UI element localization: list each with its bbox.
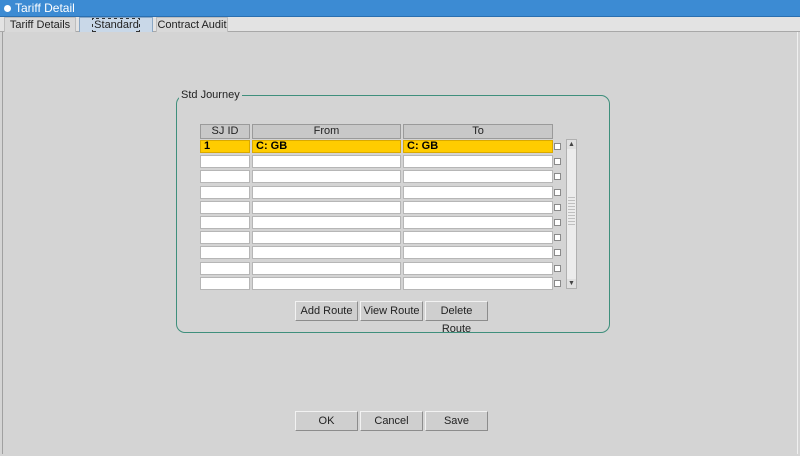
sj-id-cell[interactable] (200, 155, 250, 168)
column-header-to[interactable]: To (403, 124, 553, 139)
from-cell[interactable] (252, 170, 401, 183)
save-button[interactable]: Save (425, 411, 488, 431)
row-checkbox[interactable] (554, 189, 561, 196)
row-checkbox[interactable] (554, 280, 561, 287)
to-cell[interactable] (403, 216, 553, 229)
to-cell[interactable] (403, 231, 553, 244)
row-checkbox[interactable] (554, 219, 561, 226)
from-cell[interactable] (252, 231, 401, 244)
row-checkbox[interactable] (554, 143, 561, 150)
cancel-button[interactable]: Cancel (360, 411, 423, 431)
from-cell[interactable] (252, 277, 401, 290)
table-scrollbar[interactable]: ▲ ▼ (566, 139, 577, 289)
to-cell[interactable] (403, 186, 553, 199)
row-checkbox[interactable] (554, 265, 561, 272)
sj-id-cell[interactable] (200, 246, 250, 259)
column-header-from[interactable]: From (252, 124, 401, 139)
column-header-sj-id[interactable]: SJ ID (200, 124, 250, 139)
from-cell[interactable] (252, 155, 401, 168)
add-route-button[interactable]: Add Route (295, 301, 358, 321)
window-title: Tariff Detail (15, 1, 75, 15)
row-checkbox[interactable] (554, 204, 561, 211)
sj-id-cell[interactable] (200, 231, 250, 244)
from-cell[interactable] (252, 186, 401, 199)
scroll-up-arrow-icon[interactable]: ▲ (567, 140, 576, 149)
from-cell[interactable] (252, 246, 401, 259)
tab-strip: Tariff Details Standard Journey Contract… (0, 17, 800, 46)
to-cell[interactable] (403, 246, 553, 259)
row-checkbox[interactable] (554, 158, 561, 165)
sj-id-cell[interactable]: 1 (200, 140, 250, 153)
sj-id-cell[interactable] (200, 186, 250, 199)
tab-tariff-details[interactable]: Tariff Details (4, 17, 76, 32)
row-checkbox[interactable] (554, 173, 561, 180)
to-cell[interactable] (403, 262, 553, 275)
window-titlebar: Tariff Detail (0, 0, 800, 17)
ok-button[interactable]: OK (295, 411, 358, 431)
to-cell[interactable]: C: GB (403, 140, 553, 153)
row-checkbox[interactable] (554, 249, 561, 256)
from-cell[interactable] (252, 201, 401, 214)
sj-id-cell[interactable] (200, 262, 250, 275)
delete-route-button[interactable]: Delete Route (425, 301, 488, 335)
from-cell[interactable]: C: GB (252, 140, 401, 153)
from-cell[interactable] (252, 216, 401, 229)
window-icon (4, 5, 11, 12)
to-cell[interactable] (403, 277, 553, 290)
sj-id-cell[interactable] (200, 170, 250, 183)
to-cell[interactable] (403, 201, 553, 214)
from-cell[interactable] (252, 262, 401, 275)
to-cell[interactable] (403, 170, 553, 183)
to-cell[interactable] (403, 155, 553, 168)
scroll-down-arrow-icon[interactable]: ▼ (567, 279, 576, 288)
view-route-button[interactable]: View Route (360, 301, 423, 321)
scroll-thumb[interactable] (568, 195, 575, 225)
sj-id-cell[interactable] (200, 216, 250, 229)
sj-id-cell[interactable] (200, 201, 250, 214)
tab-standard-journey[interactable]: Standard Journey (79, 17, 153, 46)
tab-contract-audit[interactable]: Contract Audit (156, 17, 228, 32)
group-legend: Std Journey (179, 89, 242, 101)
row-checkbox[interactable] (554, 234, 561, 241)
sj-id-cell[interactable] (200, 277, 250, 290)
